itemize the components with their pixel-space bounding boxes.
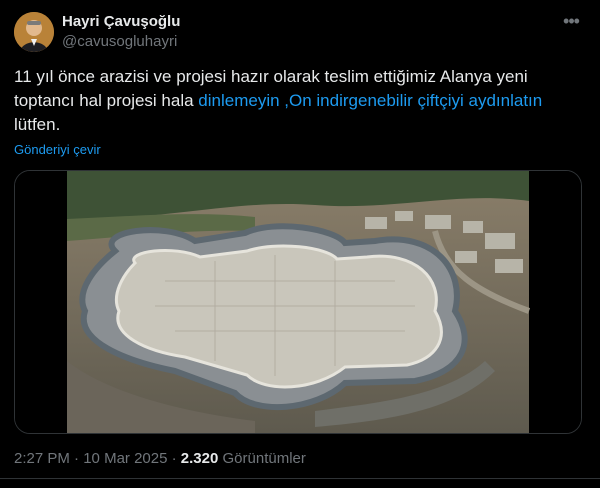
author-name[interactable]: Hayri Çavuşoğlu (62, 13, 180, 30)
tweet-text-tail: lütfen. (14, 115, 61, 134)
views-count: 2.320 (180, 450, 219, 467)
meta-separator: · (171, 450, 177, 467)
tweet-text: 11 yıl önce arazisi ve projesi hazır ola… (14, 65, 584, 137)
views-label: Görüntümler (222, 450, 306, 467)
avatar[interactable] (14, 12, 54, 52)
tweet: Hayri Çavuşoğlu @cavusogluhayri ••• 11 y… (0, 0, 600, 488)
tweet-date[interactable]: 10 Mar 2025 (83, 450, 167, 467)
tweet-meta: 2:27 PM · 10 Mar 2025 · 2.320 Görüntümle… (14, 450, 306, 467)
tweet-media-image[interactable] (14, 170, 582, 434)
more-options-icon[interactable]: ••• (560, 10, 582, 32)
tweet-time[interactable]: 2:27 PM (14, 450, 70, 467)
translate-link[interactable]: Gönderiyi çevir (14, 142, 101, 157)
divider (0, 478, 600, 479)
author-handle[interactable]: @cavusogluhayri (62, 33, 177, 50)
meta-separator: · (74, 450, 80, 467)
aerial-photo (15, 171, 581, 433)
tweet-text-link[interactable]: dinlemeyin ,On indirgenebilir çiftçiyi a… (198, 91, 542, 110)
